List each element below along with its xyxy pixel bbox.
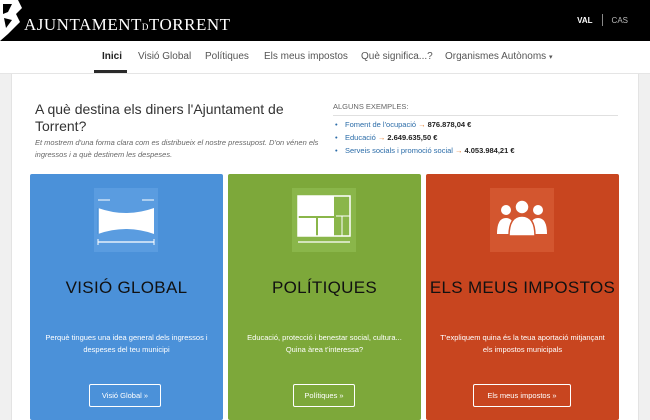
main-nav: Inici Visió Global Polítiques Els meus i… <box>0 41 650 74</box>
card-description: Perquè tingues una idea general dels ing… <box>45 333 208 354</box>
example-amount: 4.053.984,21 € <box>464 146 515 155</box>
arrow-icon: → <box>454 146 463 155</box>
chevron-down-icon: ▾ <box>548 54 553 61</box>
flow-chart-icon <box>94 188 158 252</box>
els-meus-impostos-button[interactable]: Els meus impostos » <box>473 384 571 407</box>
arrow-icon: → <box>418 120 426 129</box>
nav-item-visio-global[interactable]: Visió Global <box>138 51 191 62</box>
visio-global-button[interactable]: Visió Global » <box>89 384 161 407</box>
card-politiques: POLÍTIQUES Educació, protecció i benesta… <box>228 174 421 420</box>
list-item: Serveis socials i promoció social→4.053.… <box>335 144 515 157</box>
lang-divider <box>601 14 603 26</box>
card-visio-global: VISIÓ GLOBAL Perquè tingues una idea gen… <box>30 174 223 420</box>
example-amount: 876.878,04 € <box>427 120 472 129</box>
logo[interactable]: AJUNTAMENTDTORRENT <box>0 0 231 41</box>
examples-heading: ALGUNS EXEMPLES: <box>333 102 618 116</box>
example-link[interactable]: Foment de l'ocupació <box>345 120 416 129</box>
treemap-icon <box>292 188 356 252</box>
card-title: VISIÓ GLOBAL <box>65 278 188 297</box>
politiques-button[interactable]: Polítiques » <box>293 384 355 407</box>
card-description: T'expliquem quina és la teua aportació m… <box>440 333 605 354</box>
nav-item-inici[interactable]: Inici <box>102 51 122 62</box>
card-description: Educació, protecció i benestar social, c… <box>247 333 402 354</box>
people-group-icon <box>490 188 554 252</box>
nav-item-que-significa[interactable]: Què significa...? <box>361 51 433 62</box>
list-item: Foment de l'ocupació→876.878,04 € <box>335 118 515 131</box>
nav-item-els-meus-impostos[interactable]: Els meus impostos <box>264 51 348 62</box>
language-switcher: VAL CAS <box>577 14 628 26</box>
example-amount: 2.649.635,50 € <box>387 133 438 142</box>
card-title: POLÍTIQUES <box>271 278 378 297</box>
left-gutter <box>0 74 12 420</box>
nav-item-organismes-autonoms[interactable]: Organismes Autònoms ▾ <box>445 51 552 62</box>
example-link[interactable]: Educació <box>345 133 376 142</box>
coat-of-arms-icon <box>0 0 22 41</box>
top-bar: AJUNTAMENTDTORRENT VAL CAS <box>0 0 650 41</box>
example-link[interactable]: Serveis socials i promoció social <box>345 146 453 155</box>
lang-cas-link[interactable]: CAS <box>612 16 628 25</box>
nav-active-indicator <box>94 70 127 73</box>
card-els-meus-impostos: ELS MEUS IMPOSTOS T'expliquem quina és l… <box>426 174 619 420</box>
card-title: ELS MEUS IMPOSTOS <box>429 278 616 297</box>
page-title: A què destina els diners l'Ajuntament de… <box>35 101 284 134</box>
logo-text: AJUNTAMENTDTORRENT <box>24 14 231 34</box>
nav-item-politiques[interactable]: Polítiques <box>205 51 249 62</box>
nav-item-organismes-label: Organismes Autònoms <box>445 51 547 62</box>
arrow-icon: → <box>377 133 386 142</box>
page-subtitle: Et mostrem d'una forma clara com es dist… <box>35 138 319 159</box>
right-gutter <box>638 74 650 420</box>
list-item: Educació→2.649.635,50 € <box>335 131 515 144</box>
examples-list: Foment de l'ocupació→876.878,04 € Educac… <box>335 118 515 157</box>
lang-val-link[interactable]: VAL <box>577 16 592 25</box>
